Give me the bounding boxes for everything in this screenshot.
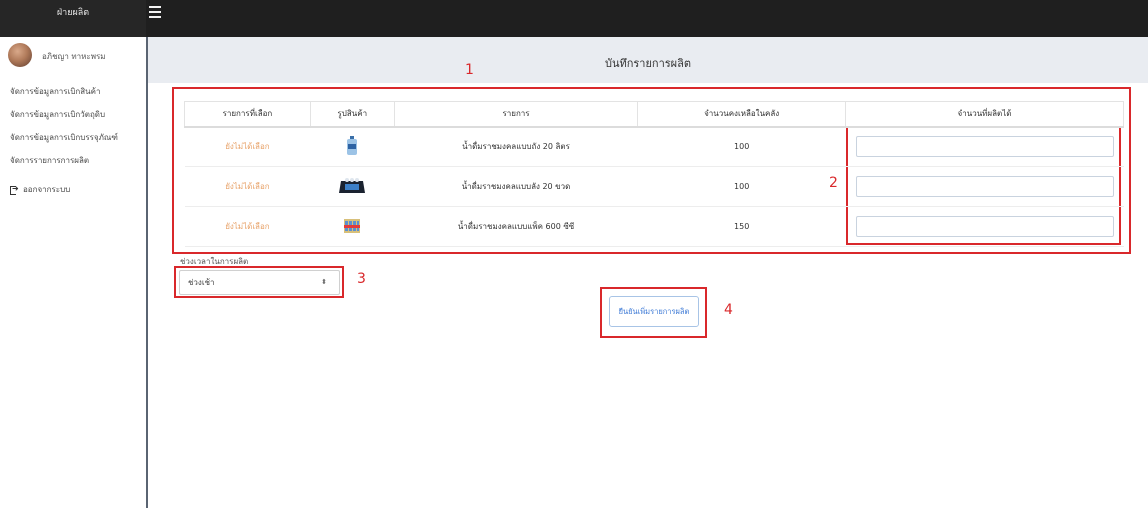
- user-name: อภิชญา ทาหะพรม: [42, 52, 106, 61]
- logout-icon: [10, 183, 19, 195]
- table-row: ยังไม่ได้เลือก น้ำดื่มราชมงคลแบบลัง 20 ข…: [184, 166, 1124, 207]
- row-item-name: น้ำดื่มราชมงคลแบบแพ็ค 600 ซีซี: [394, 206, 638, 247]
- avatar: [8, 43, 32, 67]
- sidebar-item-production-list[interactable]: จัดการรายการการผลิต: [10, 155, 118, 178]
- page-header: บันทึกรายการผลิต: [148, 37, 1148, 83]
- production-table: รายการที่เลือก รูปสินค้า รายการ จำนวนคงเ…: [184, 101, 1124, 247]
- annotation-label-3: 3: [357, 271, 366, 287]
- hamburger-menu-icon[interactable]: [149, 6, 161, 18]
- row-status[interactable]: ยังไม่ได้เลือก: [184, 166, 311, 207]
- produced-qty-input[interactable]: [855, 176, 1114, 197]
- col-item: รายการ: [393, 101, 639, 128]
- table-header-row: รายการที่เลือก รูปสินค้า รายการ จำนวนคงเ…: [184, 101, 1124, 128]
- row-stock: 150: [637, 206, 846, 247]
- period-selected-value: ช่วงเช้า: [188, 278, 215, 287]
- select-arrows-icon: ⬍: [321, 278, 327, 286]
- row-item-name: น้ำดื่มราชมงคลแบบถัง 20 ลิตร: [394, 126, 638, 167]
- produced-qty-input[interactable]: [855, 216, 1114, 237]
- sidebar-item-package-withdrawal[interactable]: จัดการข้อมูลการเบิกบรรจุภัณฑ์: [10, 132, 118, 155]
- period-label: ช่วงเวลาในการผลิต: [180, 257, 249, 266]
- row-status[interactable]: ยังไม่ได้เลือก: [184, 126, 311, 167]
- col-selected: รายการที่เลือก: [184, 101, 311, 128]
- sidebar-item-material-withdrawal[interactable]: จัดการข้อมูลการเบิกวัตถุดิบ: [10, 109, 118, 132]
- table-row: ยังไม่ได้เลือก น้ำดื่มราชมงคลแบบถัง 20 ล…: [184, 126, 1124, 167]
- row-status[interactable]: ยังไม่ได้เลือก: [184, 206, 311, 247]
- table-row: ยังไม่ได้เลือก น้ำดื่มราชมงคลแบบแพ็ค 600…: [184, 206, 1124, 247]
- water-tank-20l-icon: [347, 135, 358, 155]
- period-select[interactable]: ช่วงเช้า ⬍: [179, 270, 340, 295]
- top-bar: [0, 0, 1148, 37]
- page-title: บันทึกรายการผลิต: [604, 57, 692, 70]
- annotation-label-1: 1: [465, 62, 474, 78]
- row-item-name: น้ำดื่มราชมงคลแบบลัง 20 ขวด: [394, 166, 638, 207]
- sidebar-item-product-withdrawal[interactable]: จัดการข้อมูลการเบิกสินค้า: [10, 86, 118, 109]
- sidebar-border: [146, 37, 148, 508]
- confirm-production-button[interactable]: ยืนยันเพิ่มรายการผลิต: [609, 296, 699, 327]
- col-produced: จำนวนที่ผลิตได้: [845, 101, 1124, 128]
- row-stock: 100: [637, 166, 846, 207]
- col-stock: จำนวนคงเหลือในคลัง: [637, 101, 846, 128]
- brand-title: ฝ่ายผลิต: [0, 0, 146, 37]
- produced-qty-input[interactable]: [855, 136, 1114, 158]
- water-pack-600ml-icon: [344, 218, 361, 233]
- row-stock: 100: [637, 126, 846, 167]
- sidebar-menu: จัดการข้อมูลการเบิกสินค้า จัดการข้อมูลกา…: [10, 86, 118, 201]
- col-image: รูปสินค้า: [309, 101, 395, 128]
- annotation-label-4: 4: [724, 302, 733, 318]
- sidebar-item-logout[interactable]: ออกจากระบบ: [10, 178, 118, 201]
- water-crate-20-bottles-icon: [339, 177, 366, 193]
- logout-label: ออกจากระบบ: [23, 184, 71, 194]
